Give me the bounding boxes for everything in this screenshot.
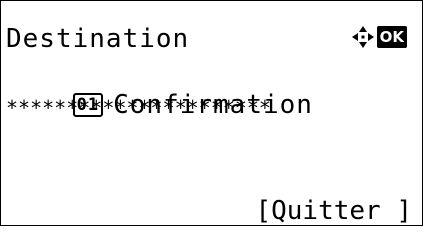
nav-indicator: OK: [351, 25, 407, 49]
masked-value: **********************: [6, 96, 271, 120]
ok-icon: OK: [376, 26, 407, 48]
screen-title: Destination: [6, 24, 190, 54]
quit-softkey[interactable]: [Quitter ]: [255, 196, 412, 226]
four-way-arrows-icon: [351, 26, 374, 48]
lcd-panel: Destination OK 01 Confirmation **********…: [0, 0, 423, 226]
